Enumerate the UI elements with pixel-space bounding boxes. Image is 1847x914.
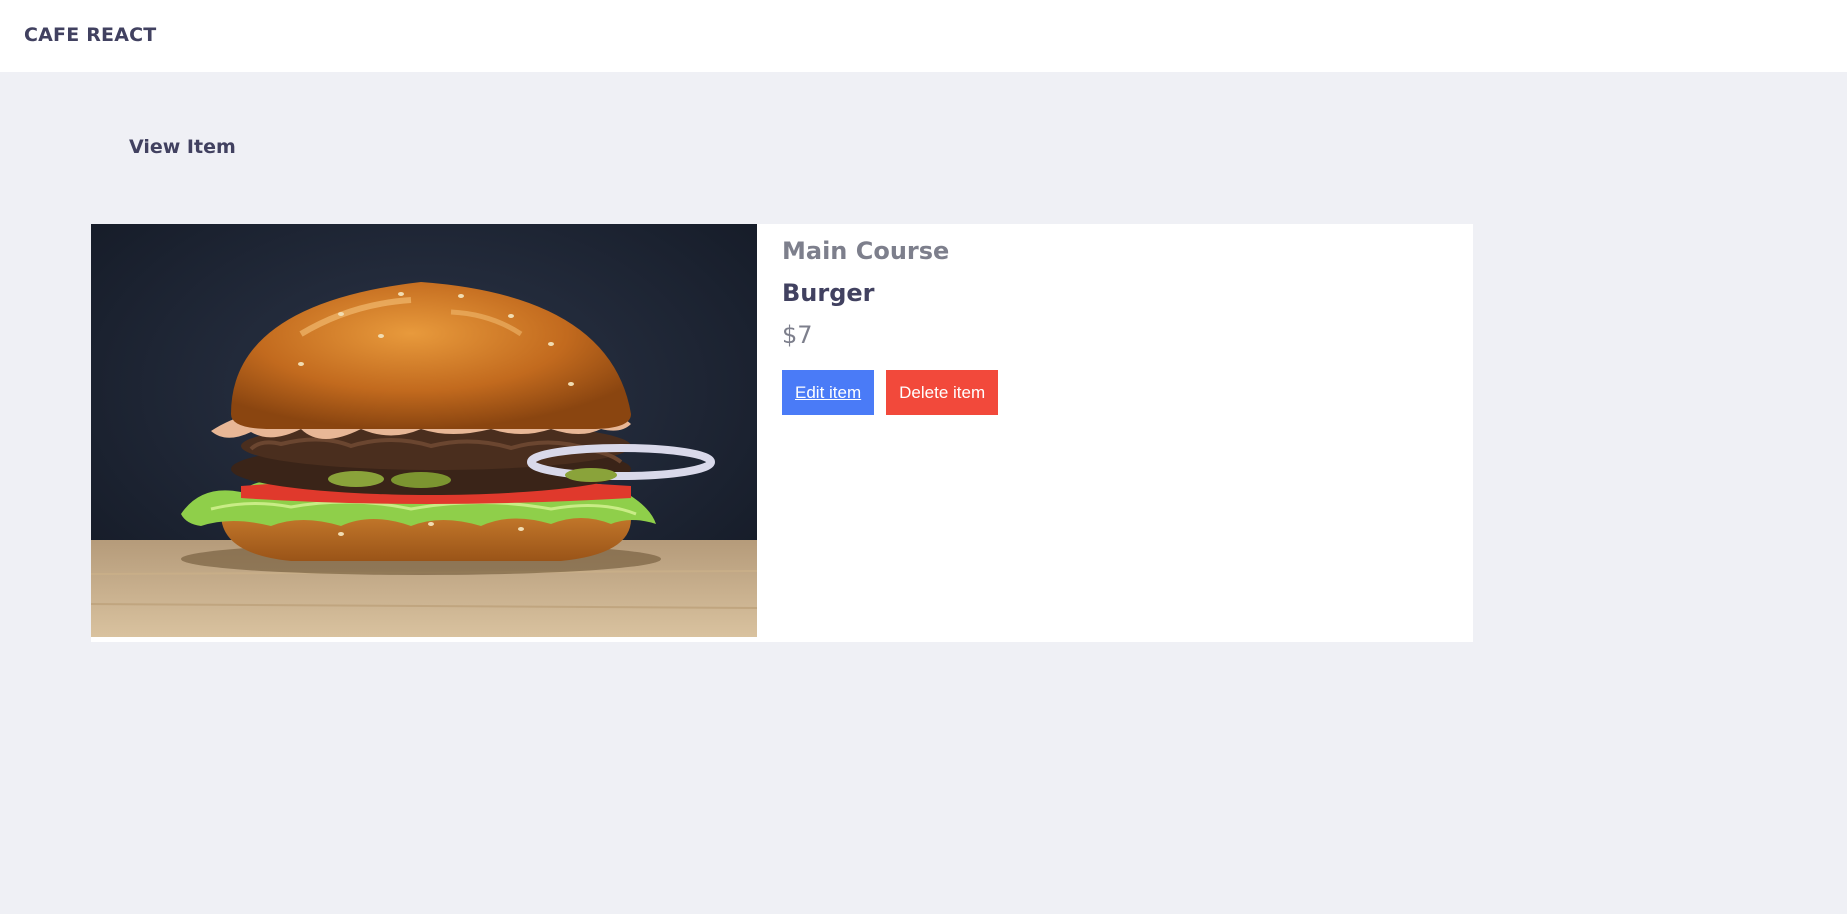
item-price: $7	[782, 321, 813, 349]
top-navbar: CAFE REACT	[0, 0, 1847, 72]
item-card: Main Course Burger $7 Edit item Delete i…	[91, 224, 1473, 642]
item-details: Main Course Burger $7 Edit item Delete i…	[782, 236, 999, 415]
delete-item-button[interactable]: Delete item	[886, 370, 999, 415]
page-title: View Item	[129, 136, 236, 158]
item-name: Burger	[782, 279, 875, 307]
item-image	[91, 224, 757, 637]
brand-logo-text[interactable]: CAFE REACT	[24, 24, 156, 46]
item-actions: Edit item Delete item	[782, 370, 999, 415]
item-category: Main Course	[782, 237, 950, 265]
edit-item-button[interactable]: Edit item	[782, 370, 875, 415]
